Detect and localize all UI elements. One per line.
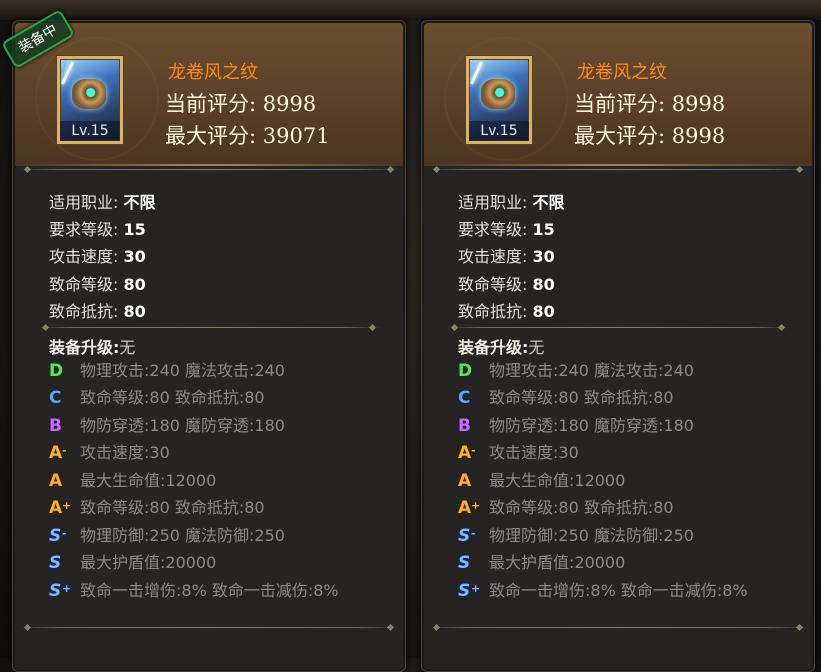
stat-attack-speed: 攻击速度: 30 (49, 247, 146, 266)
grade-line: S - 物理防御:250 魔法防御:250 (49, 526, 285, 546)
grade-s-icon: S (458, 553, 471, 573)
grade-s-minus-icon: S- (458, 526, 476, 546)
stat-crit-resist: 致命抵抗: 80 (49, 302, 146, 321)
grade-a-minus-icon: A- (49, 443, 67, 463)
divider (428, 169, 808, 170)
grade-a-plus-icon: A + (458, 498, 481, 518)
grade-line: S + 致命一击增伤:8% 致命一击减伤:8% (49, 581, 339, 601)
stat-attack-speed: 攻击速度: 30 (458, 247, 555, 266)
grade-a-icon: A (49, 471, 63, 491)
grade-line: C 致命等级:80 致命抵抗:80 (49, 388, 265, 408)
grade-d-icon: D (49, 361, 64, 381)
item-title: 龙卷风之纹 (577, 62, 667, 83)
stat-class: 适用职业: 不限 (458, 193, 565, 212)
background-strip (0, 0, 821, 20)
divider (446, 327, 790, 328)
lightning-icon (61, 61, 74, 85)
grade-line: D 物理攻击:240 魔法攻击:240 (49, 361, 285, 381)
item-header: Lv.15 龙卷风之纹 当前评分: 8998 最大评分: 39071 (15, 23, 403, 166)
grade-s-plus-icon: S + (458, 581, 481, 601)
stat-required-level: 要求等级: 15 (458, 220, 555, 239)
grade-s-icon: S (49, 553, 62, 573)
stat-crit-resist: 致命抵抗: 80 (458, 302, 555, 321)
grade-b-icon: B (458, 416, 471, 436)
bracer-icon (72, 79, 106, 109)
item-title: 龙卷风之纹 (168, 62, 258, 83)
grade-line: B 物防穿透:180 魔防穿透:180 (458, 416, 694, 436)
equipment-upgrade: 装备升级:无 (49, 338, 136, 357)
equipped-item-tooltip: Lv.15 龙卷风之纹 当前评分: 8998 最大评分: 39071 适用职业:… (12, 20, 406, 672)
grade-line: S 最大护盾值:20000 (458, 553, 626, 573)
compare-item-tooltip: Lv.15 龙卷风之纹 当前评分: 8998 最大评分: 8998 适用职业: … (421, 20, 815, 672)
grade-d-icon: D (458, 361, 473, 381)
grade-b-icon: B (49, 416, 62, 436)
grade-s-plus-icon: S + (49, 581, 72, 601)
stat-class: 适用职业: 不限 (49, 193, 156, 212)
grade-line: A + 致命等级:80 致命抵抗:80 (49, 498, 265, 518)
grade-line: B 物防穿透:180 魔防穿透:180 (49, 416, 285, 436)
grade-a-minus-icon: A- (458, 443, 476, 463)
grade-line: S - 物理防御:250 魔法防御:250 (458, 526, 694, 546)
divider (19, 627, 399, 628)
bracer-icon (481, 79, 515, 109)
grade-line: A 最大生命值:12000 (49, 471, 217, 491)
max-score: 最大评分: 8998 (574, 124, 726, 148)
divider (19, 169, 399, 170)
current-score: 当前评分: 8998 (165, 92, 317, 116)
grade-c-icon: C (49, 388, 62, 408)
grade-s-minus-icon: S- (49, 526, 67, 546)
lightning-icon (470, 61, 483, 85)
grade-line: S + 致命一击增伤:8% 致命一击减伤:8% (458, 581, 748, 601)
stat-crit-level: 致命等级: 80 (49, 275, 146, 294)
item-level: Lv.15 (60, 121, 120, 141)
item-header: Lv.15 龙卷风之纹 当前评分: 8998 最大评分: 8998 (424, 23, 812, 166)
grade-line: A - 攻击速度:30 (49, 443, 170, 463)
max-score: 最大评分: 39071 (165, 124, 330, 148)
grade-c-icon: C (458, 388, 471, 408)
grade-a-icon: A (458, 471, 472, 491)
stat-crit-level: 致命等级: 80 (458, 275, 555, 294)
grade-line: D 物理攻击:240 魔法攻击:240 (458, 361, 694, 381)
item-icon[interactable]: Lv.15 (57, 56, 123, 144)
divider (428, 627, 808, 628)
equipment-upgrade: 装备升级:无 (458, 338, 545, 357)
grade-a-plus-icon: A + (49, 498, 72, 518)
stat-required-level: 要求等级: 15 (49, 220, 146, 239)
grade-line: A + 致命等级:80 致命抵抗:80 (458, 498, 674, 518)
divider (37, 327, 381, 328)
grade-line: A 最大生命值:12000 (458, 471, 626, 491)
grade-line: C 致命等级:80 致命抵抗:80 (458, 388, 674, 408)
grade-line: S 最大护盾值:20000 (49, 553, 217, 573)
grade-line: A - 攻击速度:30 (458, 443, 579, 463)
item-level: Lv.15 (469, 121, 529, 141)
item-icon[interactable]: Lv.15 (466, 56, 532, 144)
current-score: 当前评分: 8998 (574, 92, 726, 116)
